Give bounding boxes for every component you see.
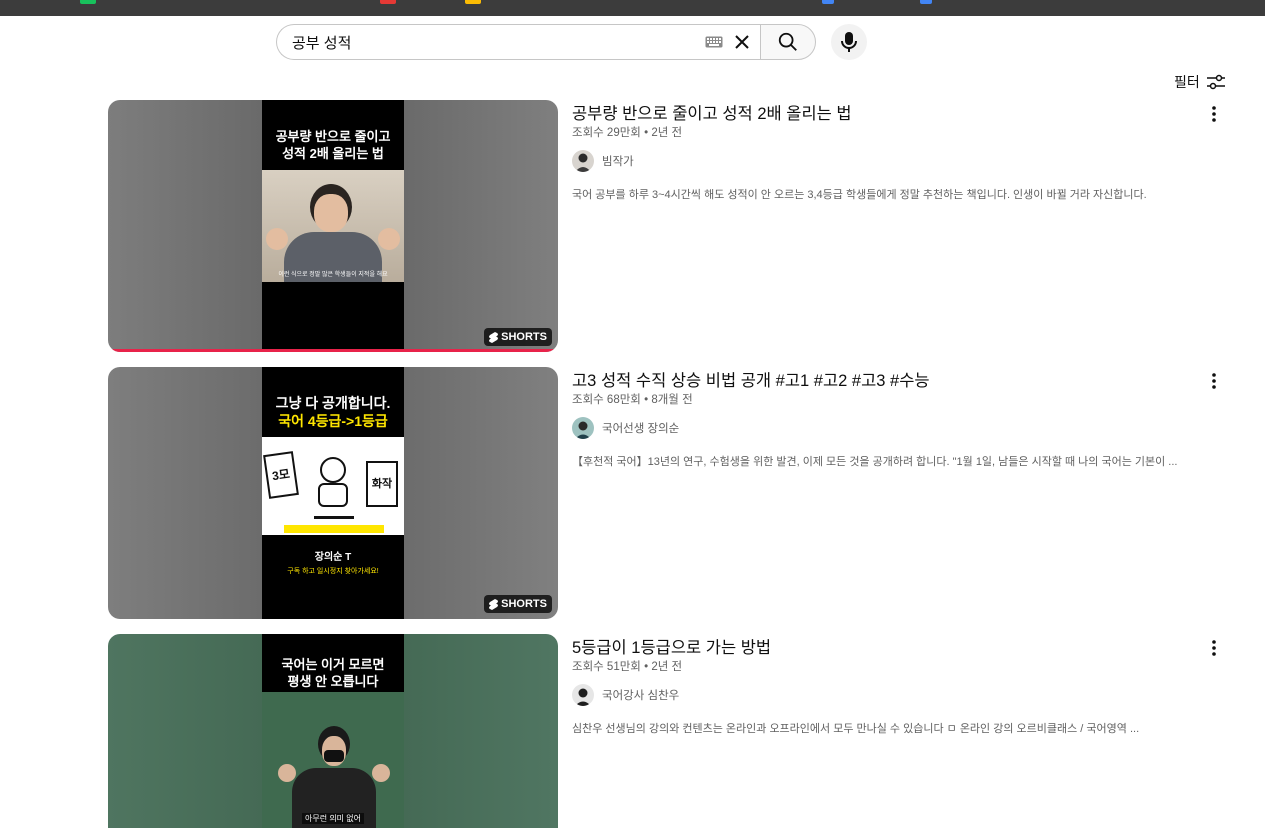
search-button[interactable] bbox=[760, 24, 816, 60]
video-thumbnail[interactable]: 그냥 다 공개합니다. 국어 4등급->1등급 3모 화작 장의순 T 구독 하… bbox=[108, 367, 558, 619]
thumbnail-label-right: 화작 bbox=[366, 461, 398, 507]
thumbnail-caption-line1: 그냥 다 공개합니다. bbox=[275, 395, 391, 411]
search-input[interactable] bbox=[292, 33, 704, 51]
watch-progress-bar bbox=[108, 349, 558, 352]
browser-bookmarks-bar bbox=[0, 0, 1265, 16]
thumbnail-frame: 국어는 이거 모르면 평생 안 오릅니다 아무런 의미 없어 bbox=[262, 634, 404, 828]
more-actions-button[interactable] bbox=[1200, 634, 1228, 662]
video-description: 국어 공부를 하루 3~4시간씩 해도 성적이 안 오르는 3,4등급 학생들에… bbox=[572, 189, 1147, 201]
view-count: 조회수 68만회 bbox=[572, 394, 641, 406]
keyboard-icon[interactable] bbox=[704, 35, 724, 49]
video-description: 심찬우 선생님의 강의와 컨텐츠는 온라인과 오프라인에서 모두 만나실 수 있… bbox=[572, 723, 1140, 735]
filter-label: 필터 bbox=[1174, 74, 1200, 90]
view-count: 조회수 51만회 bbox=[572, 661, 641, 673]
shorts-icon bbox=[489, 331, 499, 343]
channel-link[interactable]: 빔작가 bbox=[572, 150, 634, 172]
channel-link[interactable]: 국어강사 심찬우 bbox=[572, 684, 679, 706]
upload-age: 8개월 전 bbox=[651, 394, 693, 406]
shorts-badge: SHORTS bbox=[484, 328, 552, 346]
microphone-icon bbox=[841, 32, 857, 52]
more-vert-icon bbox=[1212, 373, 1216, 389]
thumbnail-frame: 공부량 반으로 줄이고 성적 2배 올리는 법 이런 식으로 정말 많은 학생들… bbox=[262, 100, 404, 352]
clear-search-icon[interactable] bbox=[732, 32, 752, 52]
thumbnail-photo: 이런 식으로 정말 많은 학생들이 지적을 해요 bbox=[262, 170, 404, 282]
thumbnail-blur-right bbox=[404, 100, 558, 352]
search-icon bbox=[778, 32, 797, 51]
filter-button[interactable]: 필터 bbox=[1174, 72, 1226, 92]
search-bar bbox=[276, 24, 816, 60]
video-title[interactable]: 고3 성적 수직 상승 비법 공개 #고1 #고2 #고3 #수능 bbox=[572, 367, 930, 391]
video-result: 공부량 반으로 줄이고 성적 2배 올리는 법 이런 식으로 정말 많은 학생들… bbox=[108, 100, 1228, 354]
shorts-icon bbox=[489, 598, 499, 610]
thumbnail-blur-right bbox=[404, 634, 558, 828]
bookmark-icon[interactable] bbox=[380, 0, 396, 4]
video-result: 국어는 이거 모르면 평생 안 오릅니다 아무런 의미 없어 5등급이 1등급으… bbox=[108, 634, 1228, 828]
shorts-label: SHORTS bbox=[501, 598, 547, 610]
channel-name[interactable]: 빔작가 bbox=[602, 153, 634, 169]
video-thumbnail[interactable]: 국어는 이거 모르면 평생 안 오릅니다 아무런 의미 없어 bbox=[108, 634, 558, 828]
thumbnail-blur-right bbox=[404, 367, 558, 619]
video-metadata: 조회수 51만회 • 2년 전 bbox=[572, 658, 682, 674]
thumbnail-blur-left bbox=[108, 634, 262, 828]
channel-avatar[interactable] bbox=[572, 684, 594, 706]
thumbnail-subcaption: 구독 하고 일시정지 찾아가세요! bbox=[287, 568, 379, 575]
search-box bbox=[276, 24, 760, 60]
video-result: 그냥 다 공개합니다. 국어 4등급->1등급 3모 화작 장의순 T 구독 하… bbox=[108, 367, 1228, 619]
voice-search-button[interactable] bbox=[831, 24, 867, 60]
more-actions-button[interactable] bbox=[1200, 367, 1228, 395]
video-metadata: 조회수 68만회 • 8개월 전 bbox=[572, 391, 693, 407]
thumbnail-subtitle: 아무런 의미 없어 bbox=[302, 813, 364, 824]
channel-name[interactable]: 국어강사 심찬우 bbox=[602, 687, 679, 703]
thumbnail-subtitle: 이런 식으로 정말 많은 학생들이 지적을 해요 bbox=[278, 272, 388, 278]
thumbnail-label-left: 3모 bbox=[263, 451, 299, 499]
bookmark-icon[interactable] bbox=[920, 0, 932, 4]
bookmark-icon[interactable] bbox=[465, 0, 481, 4]
view-count: 조회수 29만회 bbox=[572, 127, 641, 139]
channel-name[interactable]: 국어선생 장의순 bbox=[602, 420, 679, 436]
upload-age: 2년 전 bbox=[651, 661, 683, 673]
video-title[interactable]: 공부량 반으로 줄이고 성적 2배 올리는 법 bbox=[572, 100, 852, 124]
thumbnail-caption: 국어는 이거 모르면 평생 안 오릅니다 bbox=[281, 657, 385, 689]
thumbnail-frame: 그냥 다 공개합니다. 국어 4등급->1등급 3모 화작 장의순 T 구독 하… bbox=[262, 367, 404, 619]
upload-age: 2년 전 bbox=[651, 127, 683, 139]
thumbnail-illustration: 3모 화작 bbox=[262, 437, 404, 535]
filter-icon bbox=[1206, 74, 1225, 90]
more-vert-icon bbox=[1212, 640, 1216, 656]
channel-link[interactable]: 국어선생 장의순 bbox=[572, 417, 679, 439]
channel-avatar[interactable] bbox=[572, 150, 594, 172]
more-actions-button[interactable] bbox=[1200, 100, 1228, 128]
shorts-badge: SHORTS bbox=[484, 595, 552, 613]
bookmark-icon[interactable] bbox=[822, 0, 834, 4]
thumbnail-photo: 아무런 의미 없어 bbox=[262, 692, 404, 828]
bookmark-icon[interactable] bbox=[80, 0, 96, 4]
channel-avatar[interactable] bbox=[572, 417, 594, 439]
video-description: 【후천적 국어】13년의 연구, 수험생을 위한 발견, 이제 모든 것을 공개… bbox=[572, 456, 1178, 468]
more-vert-icon bbox=[1212, 106, 1216, 122]
video-title[interactable]: 5등급이 1등급으로 가는 방법 bbox=[572, 634, 771, 658]
thumbnail-blur-left bbox=[108, 100, 262, 352]
thumbnail-blur-left bbox=[108, 367, 262, 619]
video-metadata: 조회수 29만회 • 2년 전 bbox=[572, 124, 682, 140]
thumbnail-caption: 공부량 반으로 줄이고 성적 2배 올리는 법 bbox=[275, 129, 391, 161]
thumbnail-caption-line2: 국어 4등급->1등급 bbox=[278, 413, 388, 429]
video-thumbnail[interactable]: 공부량 반으로 줄이고 성적 2배 올리는 법 이런 식으로 정말 많은 학생들… bbox=[108, 100, 558, 352]
shorts-label: SHORTS bbox=[501, 331, 547, 343]
